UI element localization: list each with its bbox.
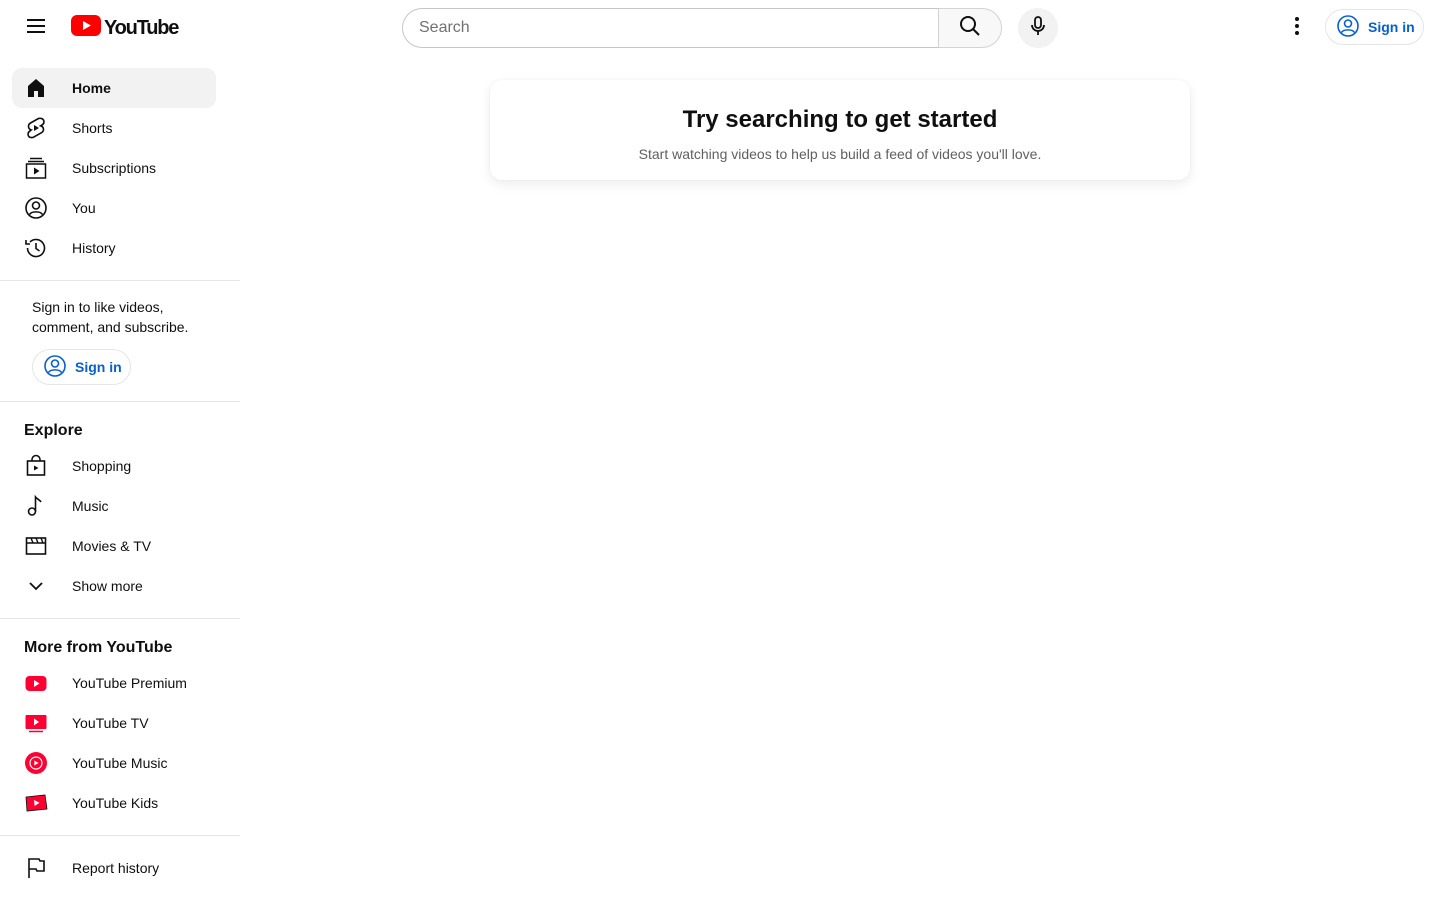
sidebar-more-from-section: More from YouTube YouTube Premium YouTub… [0, 619, 240, 836]
settings-more-button[interactable] [1277, 8, 1317, 48]
shopping-bag-icon [24, 454, 48, 478]
youtube-logo-icon [71, 15, 101, 41]
sidebar-item-label: Home [72, 80, 111, 96]
sidebar-main-section: Home Shorts Subscriptions You History [0, 56, 240, 281]
sidebar-item-youtube-tv[interactable]: YouTube TV [12, 703, 216, 743]
sidebar-item-label: Show more [72, 578, 143, 594]
sidebar-item-label: Music [72, 498, 109, 514]
sidebar-item-subscriptions[interactable]: Subscriptions [12, 148, 216, 188]
sidebar-item-label: Subscriptions [72, 160, 157, 176]
sidebar-item-label: YouTube TV [72, 715, 149, 731]
sidebar-item-label: History [72, 240, 116, 256]
more-vertical-icon [1285, 14, 1309, 43]
sidebar-item-label: YouTube Premium [72, 675, 187, 691]
sidebar-item-you[interactable]: You [12, 188, 216, 228]
youtube-logo-text: YouTube [104, 16, 179, 39]
home-icon [24, 76, 48, 100]
sidebar-item-youtube-music[interactable]: YouTube Music [12, 743, 216, 783]
masthead: YouTube Sign in [0, 0, 1440, 56]
sidebar-item-youtube-kids[interactable]: YouTube Kids [12, 783, 216, 823]
header-signin-label: Sign in [1368, 19, 1415, 35]
sidebar-item-shorts[interactable]: Shorts [12, 108, 216, 148]
sidebar-explore-section: Explore Shopping Music Movies & TV Show … [0, 402, 240, 619]
sidebar-item-label: YouTube Music [72, 755, 168, 771]
empty-feed-subtitle: Start watching videos to help us build a… [638, 146, 1042, 162]
account-circle-icon [43, 354, 67, 381]
sidebar-signin-button[interactable]: Sign in [32, 349, 131, 385]
empty-feed-card: Try searching to get started Start watch… [490, 80, 1190, 180]
microphone-icon [1026, 14, 1050, 43]
explore-heading: Explore [24, 422, 83, 439]
search-icon [958, 14, 982, 43]
sidebar-item-label: You [72, 200, 96, 216]
voice-search-button[interactable] [1018, 8, 1058, 48]
sidebar-item-youtube-premium[interactable]: YouTube Premium [12, 663, 216, 703]
flag-icon [24, 856, 48, 880]
history-icon [24, 236, 48, 260]
search-box[interactable] [402, 8, 939, 48]
guide-menu-button[interactable] [16, 8, 56, 48]
sidebar-item-label: YouTube Kids [72, 795, 159, 811]
sidebar-item-home[interactable]: Home [12, 68, 216, 108]
guide-sidebar: Home Shorts Subscriptions You History Si… [0, 56, 240, 900]
empty-feed-title: Try searching to get started [682, 106, 998, 133]
sidebar-signin-label: Sign in [75, 359, 122, 375]
youtube-tv-icon [24, 711, 48, 735]
sidebar-item-label: Shopping [72, 458, 132, 474]
sidebar-item-shopping[interactable]: Shopping [12, 446, 216, 486]
music-note-icon [24, 494, 48, 518]
search-input[interactable] [419, 19, 939, 37]
youtube-kids-icon [24, 791, 48, 815]
account-circle-icon [1336, 14, 1360, 41]
youtube-music-icon [24, 751, 48, 775]
sidebar-item-label: Shorts [72, 120, 113, 136]
hamburger-icon [24, 14, 48, 43]
signin-prompt-text: Sign in to like videos, comment, and sub… [32, 299, 189, 335]
sidebar-show-more[interactable]: Show more [12, 566, 216, 606]
youtube-logo[interactable]: YouTube [71, 15, 179, 41]
more-from-youtube-heading: More from YouTube [24, 639, 173, 656]
clapperboard-icon [24, 534, 48, 558]
sidebar-signin-prompt: Sign in to like videos, comment, and sub… [0, 281, 240, 402]
sidebar-item-movies-tv[interactable]: Movies & TV [12, 526, 216, 566]
sidebar-item-history[interactable]: History [12, 228, 216, 268]
youtube-premium-icon [24, 671, 48, 695]
search-button[interactable] [938, 8, 1002, 48]
shorts-icon [24, 116, 48, 140]
sidebar-item-label: Report history [72, 860, 160, 876]
sidebar-item-label: Movies & TV [72, 538, 152, 554]
sidebar-footer-section: Report history [0, 836, 240, 900]
chevron-down-icon [24, 574, 48, 598]
account-icon [24, 196, 48, 220]
sidebar-item-report-history[interactable]: Report history [12, 848, 216, 888]
header-signin-button[interactable]: Sign in [1325, 9, 1424, 45]
subscriptions-icon [24, 156, 48, 180]
sidebar-item-music[interactable]: Music [12, 486, 216, 526]
